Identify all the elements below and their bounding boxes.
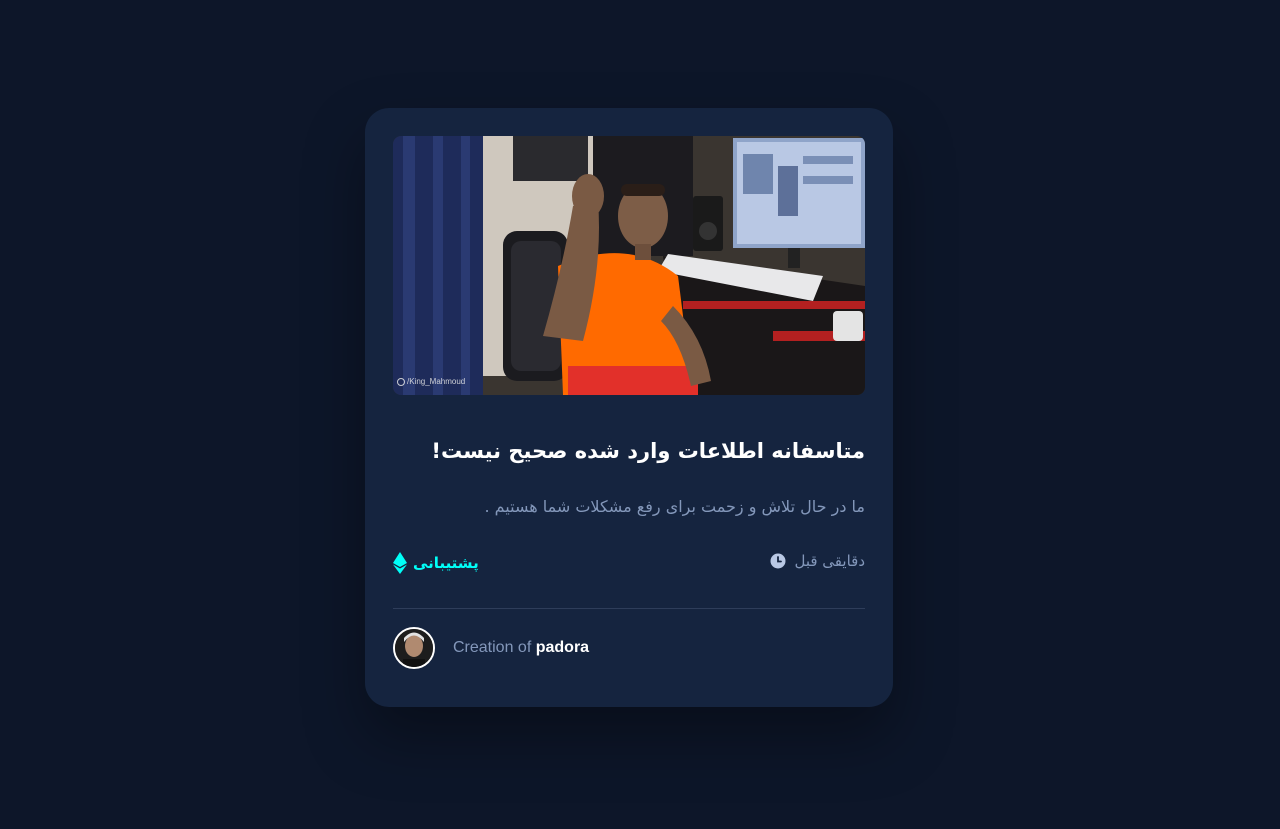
time-label: دقایقی قبل [794,552,865,570]
card-image[interactable]: /King_Mahmoud [393,136,865,395]
tiktok-icon [397,377,405,386]
support-label: پشتیبانی [413,554,479,572]
ethereum-icon [393,552,407,574]
divider [393,608,865,609]
watermark-text: /King_Mahmoud [407,377,466,386]
card-description: ما در حال تلاش و زحمت برای رفع مشکلات شم… [484,497,865,516]
author-prefix: Creation of [453,639,532,656]
watermark: /King_Mahmoud [397,377,465,386]
support-link[interactable]: پشتیبانی [393,552,479,574]
video-still-illustration [393,136,865,395]
avatar-image [395,629,433,667]
author-name[interactable]: padora [536,639,589,656]
nft-card: /King_Mahmoud متاسفانه اطلاعات وارد شده … [365,108,893,707]
card-title: متاسفانه اطلاعات وارد شده صحیح نیست! [431,439,865,463]
clock-icon [770,553,786,569]
time-info: دقایقی قبل [770,552,865,570]
avatar[interactable] [393,627,435,669]
page: /King_Mahmoud متاسفانه اطلاعات وارد شده … [0,0,1280,829]
author-info: Creation of padora [393,627,589,669]
